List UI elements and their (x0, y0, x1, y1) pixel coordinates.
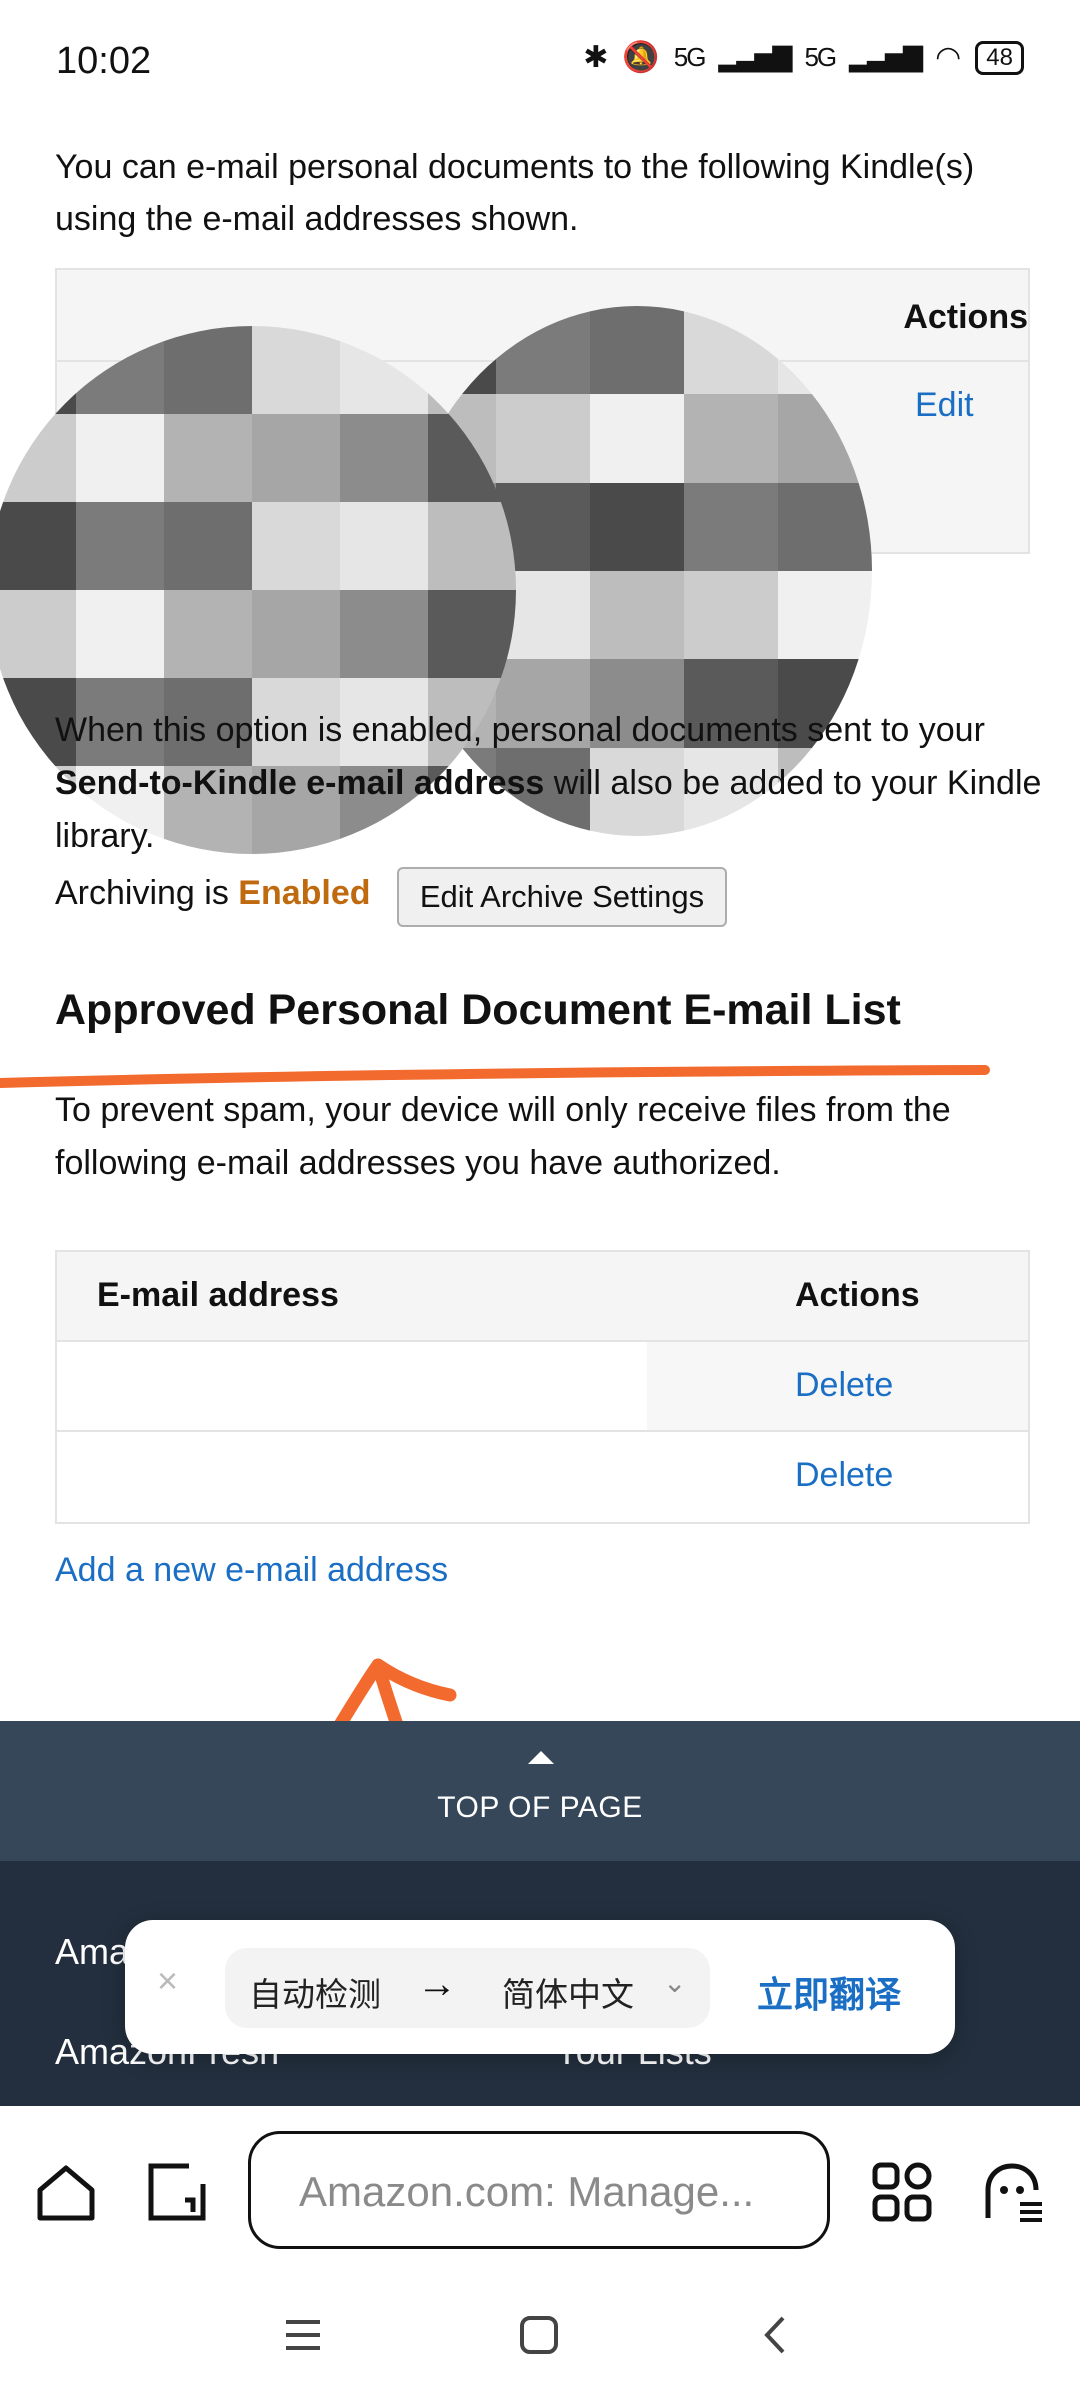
email-column-header: E-mail address (97, 1276, 339, 1314)
approved-list-description: To prevent spam, your device will only r… (55, 1091, 951, 1182)
back-icon[interactable] (755, 2314, 797, 2356)
battery-level: 48 (975, 40, 1024, 75)
delete-email-link[interactable]: Delete (795, 1366, 893, 1405)
signal-1-label: 5G (673, 42, 707, 72)
address-bar[interactable]: Amazon.com: Manage... (248, 2131, 830, 2249)
edit-archive-settings-button[interactable]: Edit Archive Settings (397, 867, 727, 927)
kindle-actions-header: Actions (903, 298, 1028, 336)
footer-link[interactable]: Ama (55, 1931, 129, 1973)
table-row: Delete (57, 1432, 1028, 1522)
chevron-down-icon: ⌄ (663, 1967, 687, 1998)
ghost-icon[interactable] (980, 2160, 1044, 2224)
url-text: Amazon.com: Manage... (299, 2168, 755, 2215)
signal-bars-icon: ▂▃▅▇ (849, 42, 923, 72)
browser-toolbar: Amazon.com: Manage... (0, 2106, 1080, 2286)
kindle-intro-text: You can e-mail personal documents to the… (55, 148, 975, 238)
approved-email-table: E-mail address Actions Delete Delete (55, 1250, 1030, 1524)
tabs-icon[interactable] (145, 2160, 209, 2224)
approved-list-title: Approved Personal Document E-mail List (55, 986, 901, 1034)
translate-bar: × 自动检测 → 简体中文 ⌄ 立即翻译 (125, 1920, 955, 2054)
bluetooth-icon: ✱ (583, 41, 609, 74)
source-language: 自动检测 (249, 1975, 381, 2014)
actions-column-header: Actions (795, 1276, 920, 1314)
mute-icon: 🔕 (622, 41, 660, 74)
square-icon[interactable] (518, 2314, 560, 2356)
back-to-top-label: TOP OF PAGE (437, 1791, 643, 1824)
system-navigation (0, 2286, 1080, 2400)
status-time: 10:02 (56, 40, 152, 82)
menu-icon[interactable] (282, 2314, 324, 2356)
annotation-underline (0, 1065, 990, 1088)
back-to-top-button[interactable]: TOP OF PAGE (0, 1721, 1080, 1861)
redacted-email (57, 1342, 647, 1430)
arrow-right-icon: → (417, 1962, 457, 2006)
apps-icon[interactable] (870, 2160, 934, 2224)
close-icon[interactable]: × (157, 1960, 178, 2002)
archive-description: When this option is enabled, personal do… (55, 711, 1042, 855)
language-selector[interactable]: 自动检测 → 简体中文 ⌄ (225, 1948, 710, 2028)
status-bar: 10:02 ✱ 🔕 5G ▂▃▅▇ 5G ▂▃▅▇ ◠ 48 (0, 0, 1080, 126)
signal-2-label: 5G (804, 42, 837, 72)
status-icons: ✱ 🔕 5G ▂▃▅▇ 5G ▂▃▅▇ ◠ 48 (583, 40, 1024, 75)
target-language: 简体中文 (502, 1975, 634, 2014)
archive-status-line: Archiving is Enabled (55, 874, 371, 912)
translate-now-button[interactable]: 立即翻译 (757, 1966, 901, 2018)
redacted-email (57, 1432, 647, 1522)
caret-up-icon (528, 1751, 554, 1764)
delete-email-link[interactable]: Delete (795, 1456, 893, 1495)
signal-bars-icon: ▂▃▅▇ (718, 42, 792, 72)
email-table-header: E-mail address Actions (57, 1252, 1028, 1342)
home-icon[interactable] (34, 2160, 98, 2224)
wifi-icon: ◠ (935, 41, 962, 74)
kindle-edit-link[interactable]: Edit (915, 386, 974, 425)
table-row: Delete (57, 1342, 1028, 1432)
archive-status-value: Enabled (238, 874, 371, 912)
add-new-email-link[interactable]: Add a new e-mail address (55, 1551, 448, 1590)
